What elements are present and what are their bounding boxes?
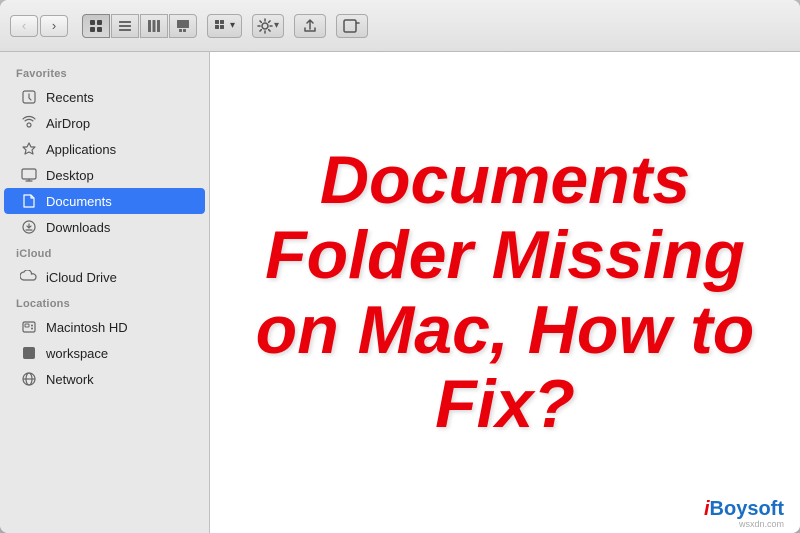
airdrop-icon bbox=[20, 114, 38, 132]
sidebar-item-recents[interactable]: Recents bbox=[4, 84, 205, 110]
workspace-icon bbox=[20, 344, 38, 362]
view-column-button[interactable] bbox=[140, 14, 168, 38]
brand-name: Boysoft bbox=[710, 498, 784, 520]
sidebar-item-label: AirDrop bbox=[46, 116, 90, 131]
locations-section-label: Locations bbox=[0, 290, 209, 314]
watermark-text: wsxdn.com bbox=[739, 519, 784, 529]
recents-icon bbox=[20, 88, 38, 106]
main-area: Favorites Recents bbox=[0, 52, 800, 533]
sidebar: Favorites Recents bbox=[0, 52, 210, 533]
view-list-button[interactable] bbox=[111, 14, 139, 38]
back-button[interactable]: ‹ bbox=[10, 15, 38, 37]
share-icon bbox=[302, 18, 318, 34]
sidebar-item-desktop[interactable]: Desktop bbox=[4, 162, 205, 188]
list-icon bbox=[118, 19, 132, 33]
headline-text: Documents Folder Missing on Mac, How to … bbox=[230, 143, 780, 442]
sidebar-item-documents[interactable]: Documents bbox=[4, 188, 205, 214]
icloud-section-label: iCloud bbox=[0, 240, 209, 264]
view-buttons bbox=[82, 14, 197, 38]
network-icon bbox=[20, 370, 38, 388]
applications-icon bbox=[20, 140, 38, 158]
view-icon-button[interactable] bbox=[82, 14, 110, 38]
chevron-down-icon2: ▾ bbox=[274, 20, 279, 31]
sidebar-item-label: Recents bbox=[46, 90, 94, 105]
sidebar-item-workspace[interactable]: workspace bbox=[4, 340, 205, 366]
sidebar-item-label: Network bbox=[46, 372, 94, 387]
overlay-container: Documents Folder Missing on Mac, How to … bbox=[210, 52, 800, 533]
sidebar-item-label: Applications bbox=[46, 142, 116, 157]
documents-icon bbox=[20, 192, 38, 210]
toolbar: ‹ › bbox=[0, 0, 800, 52]
sidebar-item-downloads[interactable]: Downloads bbox=[4, 214, 205, 240]
view-cover-button[interactable] bbox=[169, 14, 197, 38]
sidebar-item-applications[interactable]: Applications bbox=[4, 136, 205, 162]
brand-logo: iBoysoft bbox=[704, 498, 784, 521]
sidebar-item-label: Desktop bbox=[46, 168, 94, 183]
forward-button[interactable]: › bbox=[40, 15, 68, 37]
sidebar-item-label: Downloads bbox=[46, 220, 110, 235]
grid-icon bbox=[89, 19, 103, 33]
finder-window: ‹ › bbox=[0, 0, 800, 533]
sidebar-item-label: Macintosh HD bbox=[46, 320, 128, 335]
desktop-icon bbox=[20, 166, 38, 184]
content-area: Documents Folder Missing on Mac, How to … bbox=[210, 52, 800, 533]
chevron-down-icon: ▾ bbox=[230, 20, 235, 31]
icloud-drive-icon bbox=[20, 268, 38, 286]
back-icon: ‹ bbox=[22, 18, 26, 33]
tag-icon bbox=[343, 18, 361, 34]
column-icon bbox=[147, 19, 161, 33]
sidebar-item-network[interactable]: Network bbox=[4, 366, 205, 392]
macintosh-hd-icon bbox=[20, 318, 38, 336]
sidebar-item-icloud-drive[interactable]: iCloud Drive bbox=[4, 264, 205, 290]
sidebar-item-label: Documents bbox=[46, 194, 112, 209]
downloads-icon bbox=[20, 218, 38, 236]
arrange-icon bbox=[214, 19, 228, 33]
action-button[interactable]: ▾ bbox=[252, 14, 284, 38]
cover-icon bbox=[176, 19, 190, 33]
favorites-section-label: Favorites bbox=[0, 60, 209, 84]
sidebar-item-macintosh-hd[interactable]: Macintosh HD bbox=[4, 314, 205, 340]
tag-button[interactable] bbox=[336, 14, 368, 38]
nav-buttons: ‹ › bbox=[10, 15, 68, 37]
share-button[interactable] bbox=[294, 14, 326, 38]
arrange-button[interactable]: ▾ bbox=[207, 14, 242, 38]
sidebar-item-airdrop[interactable]: AirDrop bbox=[4, 110, 205, 136]
sidebar-item-label: workspace bbox=[46, 346, 108, 361]
sidebar-item-label: iCloud Drive bbox=[46, 270, 117, 285]
forward-icon: › bbox=[52, 18, 56, 33]
gear-icon bbox=[257, 18, 273, 34]
